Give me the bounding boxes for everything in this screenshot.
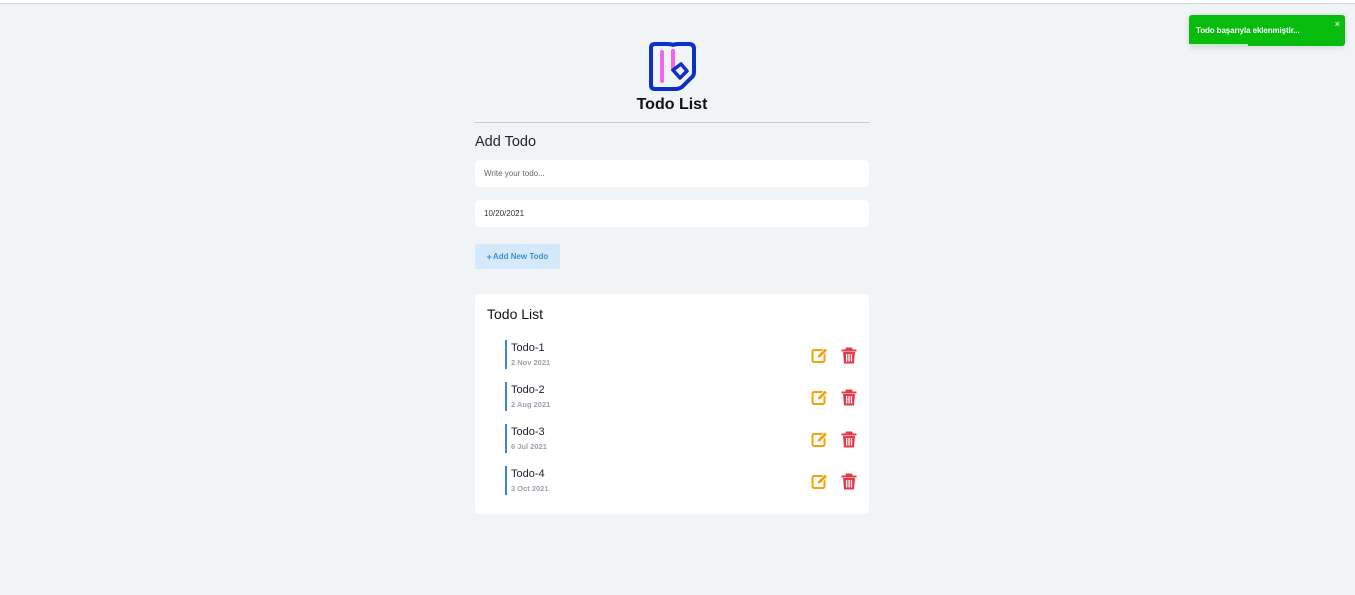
plus-icon: + — [486, 251, 492, 262]
notebook-pen-icon — [649, 42, 696, 91]
todo-list-heading: Todo List — [487, 306, 544, 322]
todo-accent-bar — [505, 340, 507, 369]
todo-item: Todo-2 2 Aug 2021 — [505, 382, 857, 412]
success-toast[interactable]: Todo başarıyla eklenmiştir... × — [1189, 15, 1345, 46]
todo-input[interactable] — [475, 160, 869, 187]
header-divider — [475, 122, 869, 123]
todo-name: Todo-1 — [511, 342, 545, 354]
todo-date: 2 Aug 2021 — [511, 400, 551, 409]
add-todo-heading: Add Todo — [475, 134, 537, 150]
edit-icon[interactable] — [811, 389, 829, 406]
trash-icon[interactable] — [840, 389, 858, 406]
edit-icon[interactable] — [811, 431, 829, 448]
toast-close-icon[interactable]: × — [1335, 19, 1340, 29]
trash-icon[interactable] — [840, 473, 858, 490]
todo-accent-bar — [505, 466, 507, 495]
todo-list-card: Todo List Todo-1 2 Nov 2021 Todo-2 2 Aug… — [475, 294, 869, 514]
date-input[interactable] — [475, 200, 869, 227]
window-top-border — [0, 0, 1355, 4]
toast-progress-bar — [1189, 44, 1249, 46]
todo-name: Todo-4 — [511, 468, 545, 480]
trash-icon[interactable] — [840, 347, 858, 364]
todo-name: Todo-2 — [511, 384, 545, 396]
todo-date: 6 Jul 2021 — [511, 442, 547, 451]
trash-icon[interactable] — [840, 431, 858, 448]
edit-icon[interactable] — [811, 347, 829, 364]
toast-message: Todo başarıyla eklenmiştir... — [1196, 26, 1300, 35]
todo-name: Todo-3 — [511, 426, 545, 438]
app-title: Todo List — [636, 96, 708, 113]
todo-date: 2 Nov 2021 — [511, 358, 551, 367]
todo-item: Todo-3 6 Jul 2021 — [505, 424, 857, 454]
todo-item: Todo-4 3 Oct 2021 — [505, 466, 857, 496]
edit-icon[interactable] — [811, 473, 829, 490]
add-button-label: Add New Todo — [492, 252, 549, 261]
todo-date: 3 Oct 2021 — [511, 484, 549, 493]
todo-accent-bar — [505, 424, 507, 453]
add-new-todo-button[interactable]: + Add New Todo — [475, 244, 560, 269]
todo-item: Todo-1 2 Nov 2021 — [505, 340, 857, 370]
todo-accent-bar — [505, 382, 507, 411]
